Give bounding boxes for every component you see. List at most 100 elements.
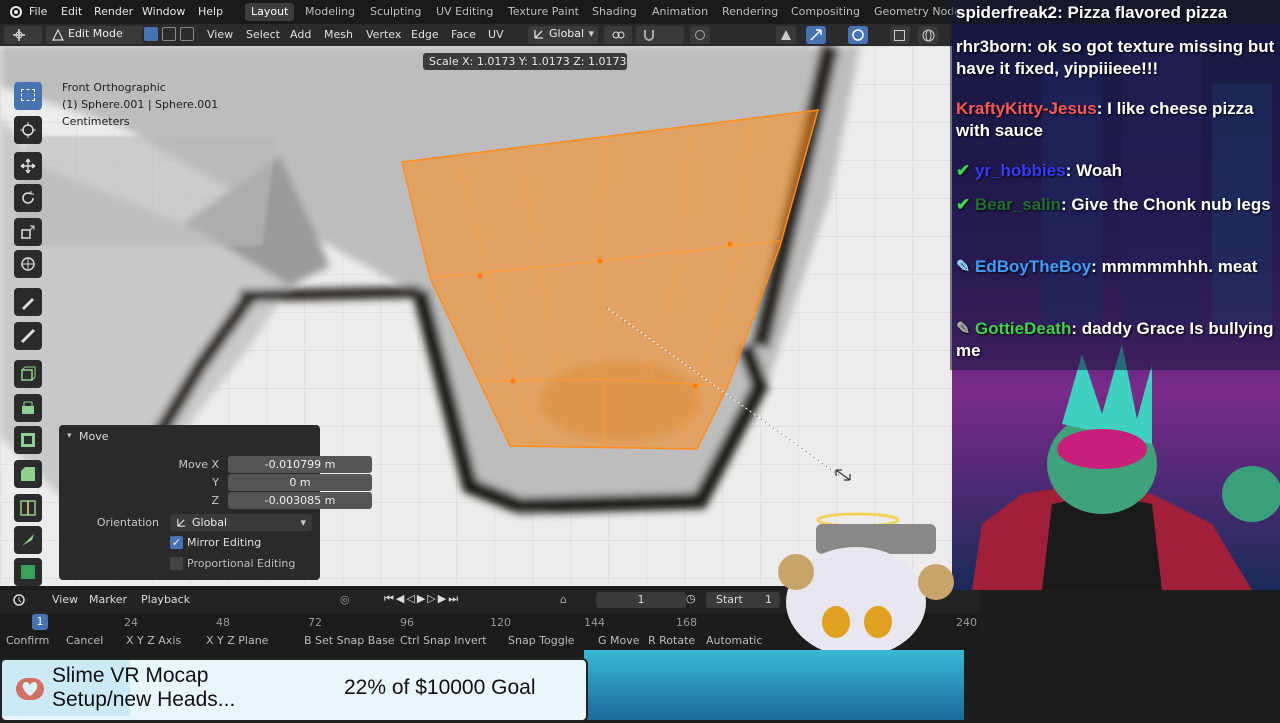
editor-type-button[interactable]	[4, 26, 42, 44]
workspace-tab-sculpting[interactable]: Sculpting	[364, 3, 427, 21]
pivot-point-button[interactable]	[604, 26, 632, 44]
orientation-label: Global	[549, 27, 585, 40]
move-tool[interactable]	[14, 152, 42, 180]
annotate-pencil-icon	[22, 298, 34, 310]
donation-goal-banner: Slime VR Mocap Setup/new Heads... 22% of…	[0, 658, 588, 722]
workspace-tab-compositing[interactable]: Compositing	[785, 3, 866, 21]
xray-toggle-button[interactable]	[890, 26, 910, 44]
loop-cut-icon	[20, 500, 36, 516]
move-z-field[interactable]: -0.003085 m	[228, 492, 372, 509]
playback-controls[interactable]: ⏮◀◁▶▷▶⏭	[384, 592, 460, 606]
proportional-editing-checkbox[interactable]	[170, 557, 183, 570]
mirror-editing-checkbox[interactable]: ✓	[170, 536, 183, 549]
xray-icon	[894, 30, 905, 41]
cursor-tool[interactable]	[14, 116, 42, 144]
workspace-tab-modeling[interactable]: Modeling	[299, 3, 361, 21]
gizmo-icon	[809, 28, 823, 45]
tool-shelf	[10, 80, 46, 586]
wireframe-sphere-icon	[922, 29, 935, 45]
snap-toggle-button[interactable]	[636, 26, 684, 44]
menu-help[interactable]: Help	[198, 4, 223, 20]
knife-tool[interactable]	[14, 526, 42, 554]
chat-message: ✎ EdBoyTheBoy: mmmmmhhh. meat	[956, 257, 1258, 276]
workspace-tab-animation[interactable]: Animation	[646, 3, 714, 21]
start-frame-field[interactable]: Start 1	[706, 592, 780, 608]
timeline-editor-type-icon[interactable]	[12, 593, 26, 610]
status-move: G Move	[598, 634, 640, 647]
mode-label: Edit Mode	[68, 27, 123, 40]
workspace-tab-texture-paint[interactable]: Texture Paint	[502, 3, 585, 21]
orientation-dropdown[interactable]: Global ▾	[170, 514, 312, 531]
workspace-tab-layout[interactable]: Layout	[245, 3, 295, 21]
timeline-menu-view[interactable]: View	[52, 593, 78, 606]
transform-tool[interactable]	[14, 250, 42, 278]
overlay-toggle-button[interactable]	[848, 26, 868, 44]
keyframe-record-icon[interactable]: ◎	[340, 593, 350, 606]
scale-icon	[21, 225, 35, 239]
visibility-button[interactable]	[776, 26, 796, 44]
move-y-field[interactable]: 0 m	[228, 474, 372, 491]
loop-cut-tool[interactable]	[14, 494, 42, 522]
header-menu-select[interactable]: Select	[246, 27, 280, 43]
chat-badge-icon: ✔	[956, 195, 971, 214]
select-box-icon	[21, 89, 35, 101]
chat-badge-icon: ✔	[956, 161, 971, 180]
bevel-tool[interactable]	[14, 460, 42, 488]
menu-file[interactable]: File	[29, 4, 47, 20]
blender-logo-icon[interactable]	[8, 4, 22, 20]
workspace-tab-rendering[interactable]: Rendering	[716, 3, 784, 21]
extrude-tool[interactable]	[14, 394, 42, 422]
scale-tool[interactable]	[14, 218, 42, 246]
status-axis: X Y Z Axis	[126, 634, 182, 647]
header-menu-mesh[interactable]: Mesh	[324, 27, 353, 43]
header-menu-uv[interactable]: UV	[488, 27, 504, 43]
proportional-editing-button[interactable]	[690, 26, 710, 44]
rotate-tool[interactable]	[14, 184, 42, 212]
chat-text: Pizza flavored pizza	[1067, 3, 1228, 22]
annotate-tool[interactable]	[14, 288, 42, 316]
move-icon	[20, 158, 36, 174]
workspace-tab-uv-editing[interactable]: UV Editing	[430, 3, 499, 21]
workspace-tab-shading[interactable]: Shading	[586, 3, 643, 21]
tick-label: 96	[400, 616, 414, 629]
measure-tool[interactable]	[14, 322, 42, 350]
status-plane: X Y Z Plane	[206, 634, 269, 647]
select-box-tool[interactable]	[14, 82, 42, 110]
current-frame-field[interactable]: 1	[596, 592, 686, 608]
status-cancel: Cancel	[66, 634, 104, 647]
poly-build-tool[interactable]	[14, 558, 42, 586]
chat-message: ✔ Bear_salin: Give the Chonk nub legs	[956, 195, 1271, 214]
menu-window[interactable]: Window	[142, 4, 185, 20]
auto-keying-icon[interactable]: ⌂	[560, 593, 567, 606]
panel-collapse-icon[interactable]: ▾	[67, 431, 72, 441]
menu-render[interactable]: Render	[94, 4, 133, 20]
wireframe-shading-button[interactable]	[918, 26, 938, 44]
transform-orientation-dropdown[interactable]: Global ▾	[528, 26, 598, 44]
vertex-select-icon[interactable]	[144, 27, 158, 41]
add-cube-tool[interactable]	[14, 360, 42, 388]
chat-text: Woah	[1076, 161, 1123, 180]
gizmo-toggle-button[interactable]	[806, 26, 826, 44]
header-menu-view[interactable]: View	[207, 27, 233, 43]
tick-label: 144	[584, 616, 605, 629]
header-menu-vertex[interactable]: Vertex	[366, 27, 401, 43]
pivot-icon	[611, 28, 625, 45]
chat-message: ✔ yr_hobbies: Woah	[956, 161, 1123, 180]
inset-tool[interactable]	[14, 426, 42, 454]
face-select-icon[interactable]	[180, 27, 194, 41]
workspace-tab-geometry-nodes[interactable]: Geometry Node	[868, 3, 960, 21]
header-menu-add[interactable]: Add	[290, 27, 311, 43]
timeline-menu-playback[interactable]: Playback	[141, 593, 190, 606]
rotate-icon	[22, 191, 34, 204]
playhead[interactable]: 1	[32, 614, 48, 630]
banner-title-line2: Setup/new Heads...	[52, 688, 236, 711]
timeline-menu-marker[interactable]: Marker	[89, 593, 127, 606]
status-rotate: R Rotate	[648, 634, 696, 647]
edge-select-icon[interactable]	[162, 27, 176, 41]
viewport-header: Edit Mode ▾ View Select Add Mesh Vertex …	[0, 24, 952, 46]
header-menu-face[interactable]: Face	[451, 27, 476, 43]
menu-edit[interactable]: Edit	[61, 4, 82, 20]
header-menu-edge[interactable]: Edge	[411, 27, 439, 43]
move-x-field[interactable]: -0.010799 m	[228, 456, 372, 473]
inset-icon	[21, 433, 35, 447]
